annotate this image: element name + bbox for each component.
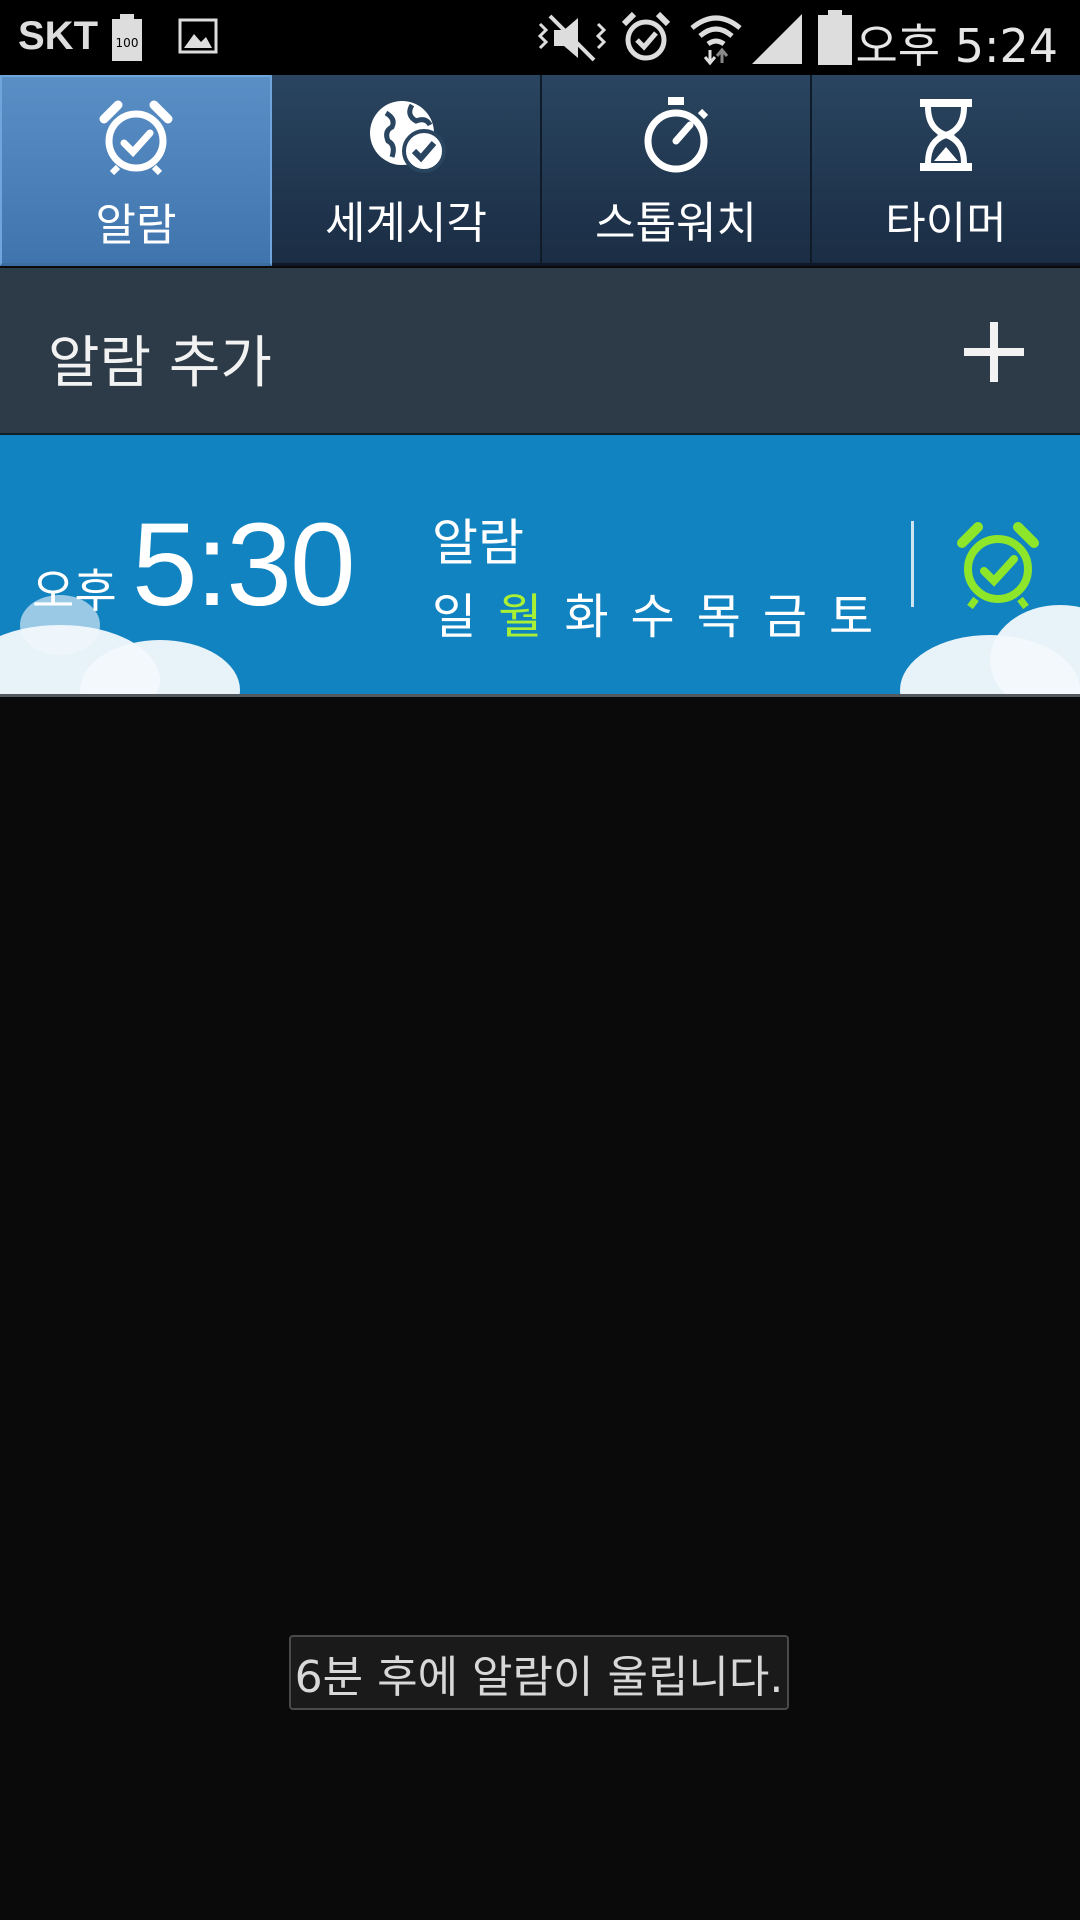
wifi-icon <box>690 15 742 66</box>
day-tue: 화 <box>564 589 609 645</box>
tab-timer[interactable]: 타이머 <box>812 75 1080 266</box>
day-sat: 토 <box>829 589 874 645</box>
alarm-ampm: 오후 <box>32 564 117 618</box>
alarm-on-icon[interactable] <box>956 519 1040 609</box>
add-alarm-label: 알람 추가 <box>48 331 272 396</box>
tab-label: 스톱워치 <box>595 198 757 249</box>
status-clock: 오후 5:24 <box>855 19 1058 73</box>
mute-vibrate-icon <box>537 14 607 62</box>
signal-icon <box>752 14 802 64</box>
divider <box>911 521 914 607</box>
tab-label: 알람 <box>95 200 177 251</box>
battery-icon <box>818 10 852 65</box>
toast-message: 6분 후에 알람이 울립니다. <box>289 1635 789 1710</box>
world-clock-icon <box>370 101 446 173</box>
carrier-label: SKT <box>18 14 98 58</box>
gallery-icon <box>178 18 218 54</box>
alarm-repeat-days: 일 월 화 수 목 금 토 <box>432 577 873 647</box>
add-alarm-row[interactable]: 알람 추가 <box>0 268 1080 435</box>
stopwatch-icon <box>644 97 709 173</box>
tab-stopwatch[interactable]: 스톱워치 <box>542 75 812 266</box>
battery-icon: 100 <box>112 14 142 61</box>
alarm-list-item[interactable]: 오후 5:30 알람 일 월 화 수 목 금 토 <box>0 435 1080 697</box>
hourglass-icon <box>920 99 972 171</box>
svg-text:100: 100 <box>116 36 139 50</box>
cloud-decoration <box>990 605 1080 694</box>
alarm-time: 5:30 <box>132 499 356 631</box>
tab-alarm[interactable]: 알람 <box>0 75 272 266</box>
plus-icon[interactable] <box>962 320 1026 384</box>
alarm-name: 알람 <box>432 514 524 572</box>
day-wed: 수 <box>630 589 675 645</box>
day-mon: 월 <box>498 589 543 645</box>
day-fri: 금 <box>762 589 808 645</box>
tab-label: 타이머 <box>885 198 1007 249</box>
day-sun: 일 <box>432 589 477 645</box>
alarm-clock-icon <box>99 100 173 176</box>
tab-world-clock[interactable]: 세계시각 <box>272 75 542 266</box>
day-thu: 목 <box>696 589 741 645</box>
status-bar: SKT 100 오후 5:24 <box>0 0 1080 75</box>
alarm-status-icon <box>621 11 671 61</box>
tab-bar: 알람 세계시각 스톱워치 타이머 <box>0 75 1080 266</box>
tab-label: 세계시각 <box>325 198 487 249</box>
